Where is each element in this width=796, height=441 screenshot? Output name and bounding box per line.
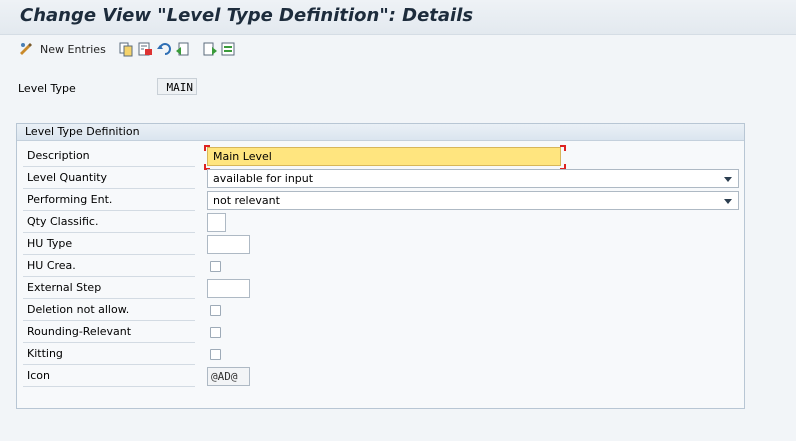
page-title: Change View "Level Type Definition": Det…	[20, 5, 474, 26]
toolbar: New Entries	[0, 35, 796, 63]
next-entry-icon[interactable]	[202, 41, 218, 57]
deletion-not-allow-checkbox[interactable]	[210, 305, 221, 316]
chevron-down-icon[interactable]	[724, 199, 732, 204]
performing-ent-label: Performing Ent.	[23, 190, 195, 211]
level-type-label: Level Type	[18, 82, 76, 95]
copy-icon[interactable]	[118, 41, 134, 57]
deletion-not-allow-label: Deletion not allow.	[23, 300, 195, 321]
icon-label: Icon	[23, 366, 195, 387]
kitting-label: Kitting	[23, 344, 195, 365]
title-bar: Change View "Level Type Definition": Det…	[0, 0, 796, 35]
kitting-checkbox[interactable]	[210, 349, 221, 360]
level-quantity-dropdown[interactable]: available for input	[207, 169, 739, 188]
previous-entry-icon[interactable]	[175, 41, 191, 57]
external-step-label: External Step	[23, 278, 195, 299]
description-label: Description	[23, 146, 195, 167]
qty-classific-field[interactable]	[207, 213, 226, 232]
performing-ent-value: not relevant	[213, 194, 280, 207]
hu-type-label: HU Type	[23, 234, 195, 255]
display-change-icon[interactable]	[18, 41, 34, 57]
undo-icon[interactable]	[156, 41, 172, 57]
level-quantity-value: available for input	[213, 172, 314, 185]
delete-icon[interactable]	[137, 41, 153, 57]
icon-field[interactable]: @AD@	[207, 367, 250, 386]
performing-ent-dropdown[interactable]: not relevant	[207, 191, 739, 210]
level-type-value: MAIN	[157, 78, 197, 95]
hu-crea-label: HU Crea.	[23, 256, 195, 277]
level-quantity-label: Level Quantity	[23, 168, 195, 189]
required-marker	[560, 145, 566, 151]
hu-type-field[interactable]	[207, 235, 250, 254]
description-field[interactable]: Main Level	[207, 147, 561, 166]
rounding-relevant-label: Rounding-Relevant	[23, 322, 195, 343]
required-marker	[204, 145, 210, 151]
select-block-icon[interactable]	[220, 41, 236, 57]
external-step-field[interactable]	[207, 279, 250, 298]
rounding-relevant-checkbox[interactable]	[210, 327, 221, 338]
level-type-definition-panel: Level Type Definition Description Main L…	[16, 123, 745, 409]
panel-title: Level Type Definition	[17, 124, 744, 141]
new-entries-button[interactable]: New Entries	[40, 43, 106, 56]
hu-crea-checkbox[interactable]	[210, 261, 221, 272]
chevron-down-icon[interactable]	[724, 177, 732, 182]
qty-classific-label: Qty Classific.	[23, 212, 195, 233]
